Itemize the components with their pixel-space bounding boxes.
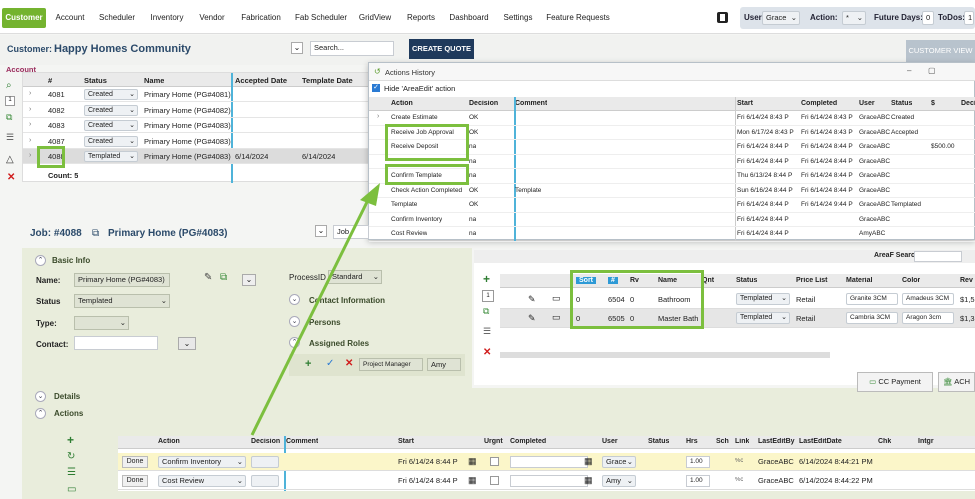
annotation-arrow [250,183,380,436]
